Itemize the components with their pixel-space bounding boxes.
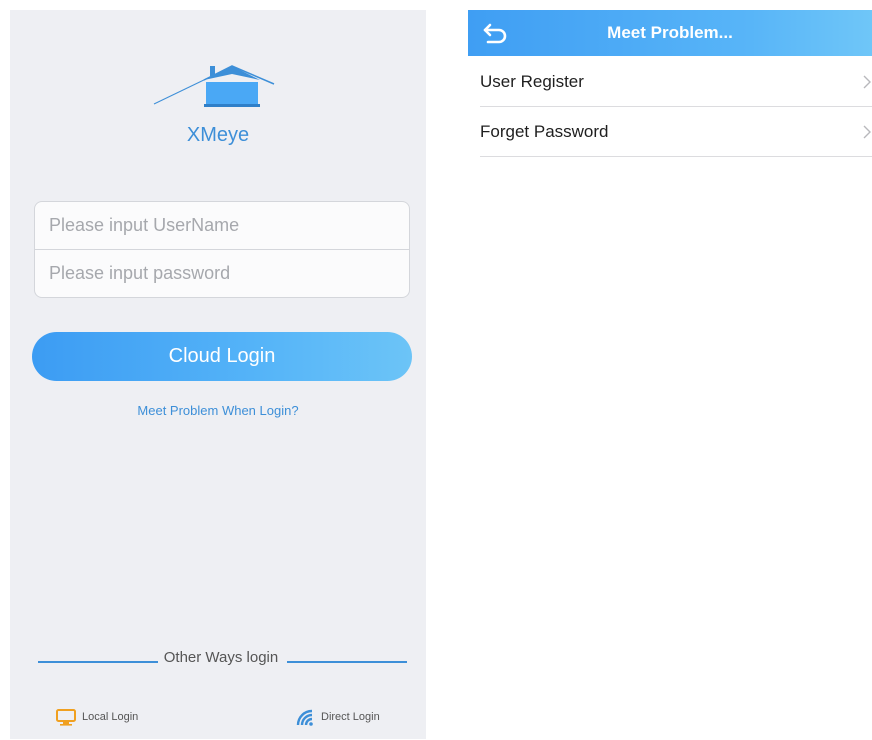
direct-login-option[interactable]: Direct Login: [295, 707, 380, 727]
monitor-icon: [56, 708, 76, 726]
username-input[interactable]: [35, 202, 409, 249]
app-name: XMeye: [186, 124, 250, 146]
chevron-right-icon: [863, 75, 871, 89]
wifi-icon: [296, 709, 313, 726]
menu-item-label: Forget Password: [480, 122, 609, 141]
house-logo-icon: [153, 65, 275, 107]
local-login-label: Local Login: [82, 711, 139, 723]
login-screen: XMeye Cloud Login Meet Problem When Logi…: [10, 10, 426, 739]
password-input[interactable]: [35, 250, 409, 297]
menu-item-user-register[interactable]: User Register: [480, 57, 872, 107]
local-login-option[interactable]: Local Login: [56, 707, 138, 727]
chevron-right-icon: [863, 125, 871, 139]
navigation-header: Meet Problem...: [468, 10, 872, 56]
meet-problem-screen: Meet Problem... User Register Forget Pas…: [468, 10, 872, 739]
page-title: Meet Problem...: [607, 23, 733, 42]
meet-problem-link[interactable]: Meet Problem When Login?: [10, 403, 426, 418]
other-ways-label: Other Ways login: [163, 649, 279, 666]
divider-line-right: [287, 661, 407, 663]
divider-line-left: [38, 661, 158, 663]
credentials-box: [34, 201, 410, 298]
menu-item-label: User Register: [480, 72, 584, 91]
back-arrow-icon[interactable]: [482, 21, 510, 45]
menu-item-forget-password[interactable]: Forget Password: [480, 107, 872, 157]
cloud-login-button[interactable]: Cloud Login: [32, 332, 412, 381]
direct-login-label: Direct Login: [321, 711, 380, 723]
